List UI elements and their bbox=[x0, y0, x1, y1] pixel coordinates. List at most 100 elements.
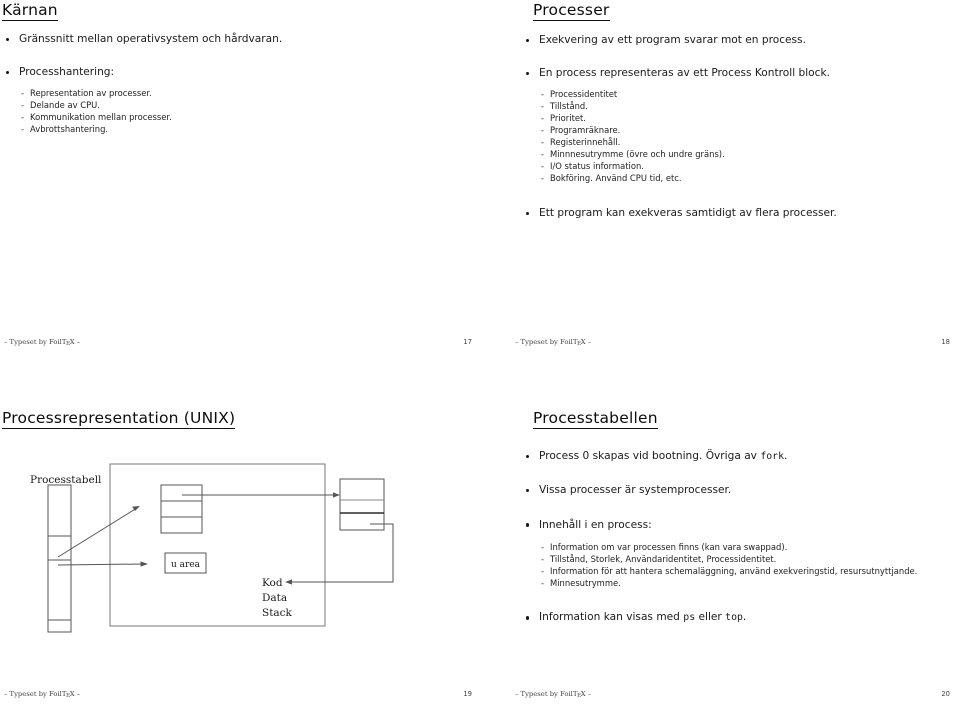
footer-typeset-credit: – Typeset by FoilTEX – bbox=[4, 338, 81, 347]
dash-icon: - bbox=[541, 553, 545, 564]
sub-bullet-item: - Tillstånd, Storlek, Användaridentitet,… bbox=[520, 554, 960, 566]
sub-bullet-text: Minnnesutrymme (övre och undre gräns). bbox=[550, 149, 725, 160]
diagram-canvas: Processtabell u area Kod Data Stack bbox=[30, 463, 394, 633]
slide-footer: – Typeset by FoilTEX – 18 bbox=[480, 326, 960, 352]
sub-bullet-item: - Minnesutrymme. bbox=[520, 578, 960, 590]
sub-bullet-text: Prioritet. bbox=[550, 113, 586, 124]
dash-icon: - bbox=[21, 112, 25, 123]
dash-icon: - bbox=[541, 541, 545, 552]
pcb-to-region-connector bbox=[182, 492, 340, 498]
sub-bullet-item: - I/O status information. bbox=[520, 161, 960, 173]
bullet-item: Innehåll i en process: bbox=[520, 519, 960, 532]
process-table-label: Processtabell bbox=[30, 474, 102, 486]
sub-bullet-item: - Programräknare. bbox=[520, 125, 960, 137]
data-label: Data bbox=[262, 592, 287, 604]
sub-bullet-item: - Prioritet. bbox=[520, 113, 960, 125]
dash-icon: - bbox=[541, 172, 545, 183]
slide-processrepresentation-unix: Processrepresentation (UNIX) Processtabe… bbox=[0, 352, 480, 704]
dash-icon: - bbox=[541, 565, 545, 576]
page-number: 20 bbox=[941, 690, 950, 698]
dash-icon: - bbox=[541, 161, 545, 171]
dash-icon: - bbox=[541, 101, 545, 112]
sub-bullet-item: - Bokföring. Använd CPU tid, etc. bbox=[520, 173, 960, 185]
bullet-list: Process 0 skapas vid bootning. Övriga av… bbox=[520, 450, 960, 625]
page-title: Kärnan bbox=[2, 2, 58, 22]
sub-bullet-item: - Information om var processen finns (ka… bbox=[520, 542, 960, 554]
bullet-text-part: eller bbox=[695, 611, 726, 624]
bullet-dot-icon bbox=[526, 454, 530, 459]
slide-footer: – Typeset by FoilTEX – 17 bbox=[0, 326, 480, 352]
bullet-text: En process representeras av ett Process … bbox=[539, 67, 830, 80]
bullet-text: Exekvering av ett program svarar mot en … bbox=[539, 34, 806, 46]
page-title: Processtabellen bbox=[533, 410, 658, 430]
slide-footer: – Typeset by FoilTEX – 20 bbox=[480, 678, 960, 704]
bullet-item: Gränssnitt mellan operativsystem och hår… bbox=[0, 33, 480, 46]
bullet-item: Ett program kan exekveras samtidigt av f… bbox=[520, 207, 960, 220]
sub-bullet-item: - Kommunikation mellan processer. bbox=[0, 112, 480, 124]
dash-icon: - bbox=[541, 125, 545, 136]
sub-bullet-text: Processidentitet bbox=[550, 89, 618, 100]
sub-bullet-text: Tillstånd. bbox=[550, 101, 588, 112]
command-fork: fork bbox=[760, 451, 785, 462]
sub-bullet-item: - Representation av processer. bbox=[0, 88, 480, 100]
sub-bullet-list: - Processidentitet - Tillstånd. - Priori… bbox=[520, 89, 960, 184]
slide-kärnan: Kärnan Gränssnitt mellan operativsystem … bbox=[0, 0, 480, 352]
dash-icon: - bbox=[541, 577, 545, 588]
bullet-dot-icon bbox=[526, 71, 530, 76]
bullet-text: Processhantering: bbox=[19, 66, 115, 79]
sub-bullet-text: I/O status information. bbox=[550, 161, 644, 171]
sub-bullet-item: - Tillstånd. bbox=[520, 101, 960, 113]
page-number: 17 bbox=[463, 338, 472, 346]
dash-icon: - bbox=[21, 100, 25, 111]
page-number: 19 bbox=[463, 690, 472, 698]
pcb-box bbox=[160, 484, 203, 534]
bullet-text: Gränssnitt mellan operativsystem och hår… bbox=[19, 33, 283, 45]
sub-bullet-item: - Information för att hantera schemalägg… bbox=[520, 566, 960, 578]
dash-icon: - bbox=[541, 137, 545, 148]
sub-bullet-item: - Registerinnehåll. bbox=[520, 137, 960, 149]
bullet-list: Gränssnitt mellan operativsystem och hår… bbox=[0, 33, 480, 136]
bullet-dot-icon bbox=[526, 211, 530, 215]
sub-bullet-text: Programräknare. bbox=[550, 125, 621, 136]
bullet-dot-icon bbox=[526, 523, 530, 527]
dash-icon: - bbox=[541, 89, 545, 100]
sub-bullet-list: - Representation av processer. - Delande… bbox=[0, 88, 480, 136]
kod-label: Kod bbox=[262, 577, 283, 589]
bullet-text-part: Information kan visas med bbox=[539, 611, 684, 624]
command-top: top bbox=[725, 612, 743, 624]
sub-bullet-text: Minnesutrymme. bbox=[550, 577, 621, 588]
sub-bullet-text: Information för att hantera schemaläggni… bbox=[550, 565, 918, 576]
slide-processtabellen: Processtabellen Process 0 skapas vid boo… bbox=[480, 352, 960, 704]
bullet-item: Processhantering: bbox=[0, 66, 480, 79]
u-area-label: u area bbox=[171, 560, 201, 570]
sub-bullet-text: Tillstånd, Storlek, Användaridentitet, P… bbox=[550, 553, 777, 564]
dash-icon: - bbox=[21, 124, 25, 135]
process-representation-diagram: Processtabell u area Kod Data Stack bbox=[0, 352, 480, 704]
bullet-item: Process 0 skapas vid bootning. Övriga av… bbox=[520, 450, 960, 463]
sub-bullet-item: - Minnnesutrymme (övre och undre gräns). bbox=[520, 149, 960, 161]
bullet-item: Vissa processer är systemprocesser. bbox=[520, 484, 960, 497]
sub-bullet-text: Kommunikation mellan processer. bbox=[30, 112, 172, 123]
bullet-text: Vissa processer är systemprocesser. bbox=[539, 484, 732, 497]
bullet-dot-icon bbox=[526, 616, 530, 620]
stack-label: Stack bbox=[262, 607, 293, 619]
process-table-column bbox=[47, 484, 72, 633]
dash-icon: - bbox=[541, 149, 545, 160]
bullet-item: En process representeras av ett Process … bbox=[520, 67, 960, 80]
process-memory-box bbox=[109, 463, 326, 627]
bullet-item: Exekvering av ett program svarar mot en … bbox=[520, 34, 960, 47]
sub-bullet-text: Information om var processen finns (kan … bbox=[550, 541, 788, 552]
sub-bullet-list: - Information om var processen finns (ka… bbox=[520, 542, 960, 590]
page-number: 18 bbox=[941, 338, 950, 346]
footer-typeset-credit: – Typeset by FoilTEX – bbox=[4, 690, 81, 699]
bullet-text-part: Process 0 skapas vid bootning. Övriga av bbox=[539, 450, 761, 462]
sub-bullet-text: Avbrottshantering. bbox=[30, 124, 109, 135]
slide-footer: – Typeset by FoilTEX – 19 bbox=[0, 678, 480, 704]
region-to-kod-connector bbox=[285, 523, 394, 585]
bullet-dot-icon bbox=[6, 37, 10, 42]
sub-bullet-text: Delande av CPU. bbox=[30, 100, 100, 111]
page-title: Processer bbox=[533, 2, 610, 22]
dash-icon: - bbox=[21, 88, 25, 99]
bullet-text-part: . bbox=[742, 611, 747, 624]
sub-bullet-text: Bokföring. Använd CPU tid, etc. bbox=[550, 172, 682, 183]
